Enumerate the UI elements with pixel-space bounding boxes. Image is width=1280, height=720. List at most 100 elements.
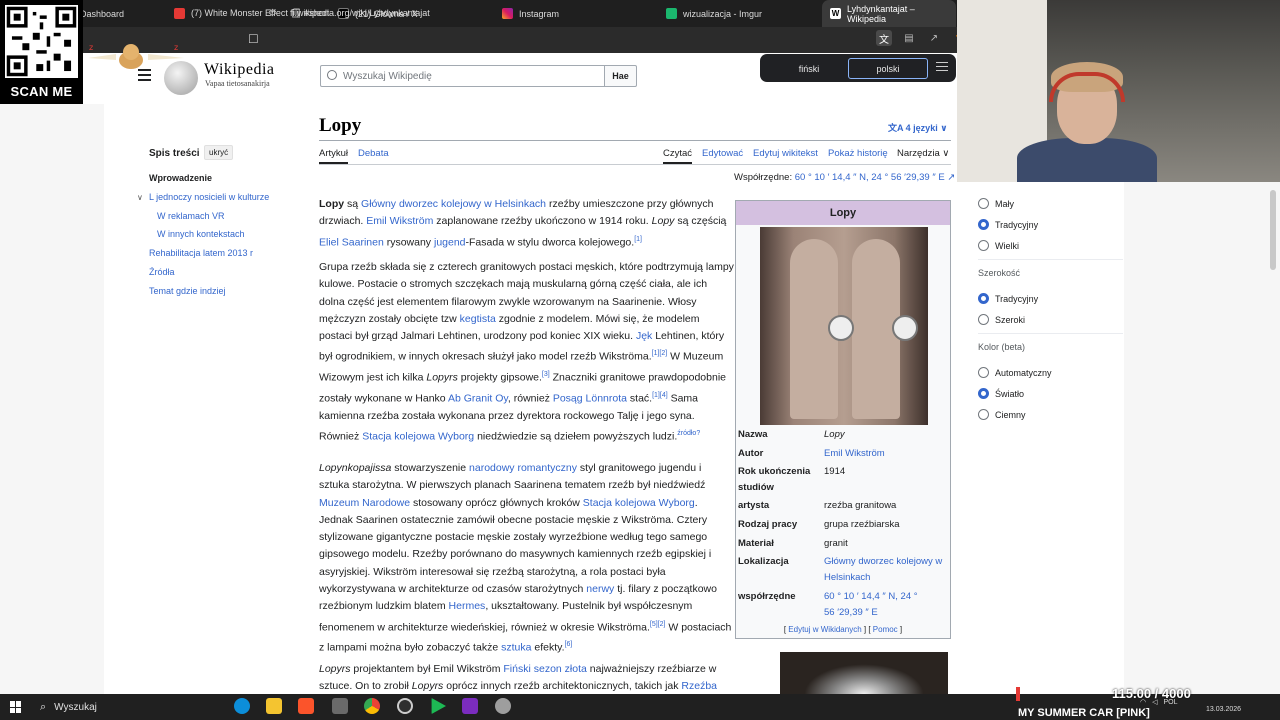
obs-icon[interactable]	[397, 698, 413, 714]
infobox: Lopy Nazwa Lopy Autor Emil Wikström Rok …	[735, 200, 951, 639]
citation[interactable]: [1][4]	[652, 392, 668, 399]
infobox-coords-link[interactable]: 60 ° 10 ′ 14,4 ″ N, 24 ° 56 ′29,39 ″ E	[824, 589, 924, 620]
share-icon[interactable]: ↗	[926, 30, 942, 46]
link[interactable]: nerwy	[586, 583, 614, 595]
size-small-option[interactable]: Mały	[978, 198, 1014, 209]
translate-icon: 文A	[888, 123, 906, 133]
volume-icon[interactable]: ◁	[1152, 698, 1157, 706]
paragraph-1: Lopy są Główny dworzec kolejowy w Helsin…	[319, 198, 727, 249]
citation-needed[interactable]: źródło?	[677, 430, 700, 437]
reader-icon[interactable]: ▤	[901, 30, 917, 46]
link[interactable]: Posąg Lönnrota	[553, 393, 627, 405]
file-explorer-icon[interactable]	[266, 698, 282, 714]
color-dark-option[interactable]: Ciemny	[978, 409, 1026, 420]
toc-item-rehab[interactable]: Rehabilitacja latem 2013 r	[149, 248, 253, 258]
link[interactable]: Jęk	[636, 330, 652, 342]
wikipedia-globe-logo[interactable]	[164, 61, 198, 95]
link[interactable]: Eliel Saarinen	[319, 236, 384, 248]
target-language-option[interactable]: polski	[848, 58, 928, 79]
infobox-location-link[interactable]: Główny dworzec kolejowy w Helsinkach	[824, 554, 950, 585]
link[interactable]: jugend	[434, 236, 466, 248]
qr-code	[5, 5, 78, 78]
translate-menu-icon[interactable]	[936, 62, 948, 74]
tab-dashboard[interactable]: Dashboard	[80, 0, 124, 27]
translate-popup: fiński polski	[760, 54, 956, 82]
chevron-down-icon: ∨	[939, 148, 950, 159]
translate-icon[interactable]: 文	[876, 30, 892, 46]
citation[interactable]: [5][2]	[650, 621, 666, 628]
color-light-option[interactable]: Światło	[978, 388, 1024, 399]
toc-item-other-contexts[interactable]: W innych kontekstach	[157, 229, 245, 239]
link[interactable]: narodowy romantyczny	[469, 462, 577, 474]
citation[interactable]: [1]	[634, 236, 642, 243]
size-standard-option[interactable]: Tradycyjny	[978, 219, 1038, 230]
link[interactable]: Hermes	[449, 600, 486, 612]
search-button[interactable]: Hae	[604, 65, 637, 87]
link[interactable]: Emil Wikström	[366, 215, 433, 227]
tab-read[interactable]: Czytać	[663, 148, 693, 164]
taskbar-search[interactable]: ⌕ Wyszukaj	[36, 697, 216, 717]
radio-selected-icon	[978, 388, 989, 399]
source-language-option[interactable]: fiński	[774, 60, 844, 77]
citation[interactable]: [6]	[565, 641, 573, 648]
wifi-icon[interactable]: ◠	[1140, 698, 1146, 706]
tab-article[interactable]: Artykuł	[319, 148, 349, 164]
title-divider	[319, 140, 951, 141]
width-wide-option[interactable]: Szeroki	[978, 314, 1025, 325]
language-button[interactable]: 文A 4 języki ∨	[888, 121, 948, 134]
toc-item-culture[interactable]: L jednoczy nosicieli w kulturze	[149, 192, 269, 202]
divider	[978, 333, 1123, 334]
edit-wikidata-link[interactable]: Edytuj w Wikidanych	[788, 625, 861, 634]
radio-icon	[978, 314, 989, 325]
search-icon: ⌕	[40, 700, 47, 713]
toc-item-elsewhere[interactable]: Temat gdzie indziej	[149, 286, 226, 296]
taskbar-date[interactable]: 13.03.2026	[1206, 706, 1241, 713]
site-info-icon[interactable]: ⚙	[268, 8, 282, 19]
link[interactable]: Muzeum Narodowe	[319, 497, 410, 509]
chrome-icon[interactable]	[364, 698, 380, 714]
discord-icon[interactable]	[462, 698, 478, 714]
system-tray[interactable]: ◠ ◁ POL	[1140, 698, 1178, 707]
color-auto-option[interactable]: Automatyczny	[978, 367, 1052, 378]
link[interactable]: Stacja kolejowa Wyborg	[583, 497, 695, 509]
windows-start-icon[interactable]	[10, 701, 22, 713]
width-standard-option[interactable]: Tradycyjny	[978, 293, 1038, 304]
brave-icon[interactable]	[298, 698, 314, 714]
tools-menu[interactable]: Narzędzia ∨	[897, 148, 949, 159]
coordinates-link[interactable]: 60 ° 10 ′ 14,4 ″ N, 24 ° 56 ′29,39 ″ E	[795, 172, 945, 183]
progress-marker	[1016, 687, 1020, 701]
tab-edit-source[interactable]: Edytuj wikitekst	[753, 148, 818, 159]
lamp-photo[interactable]	[780, 652, 948, 694]
statue-photo[interactable]	[760, 227, 928, 425]
toc-hide-button[interactable]: ukryć	[204, 145, 234, 160]
settings-icon[interactable]	[495, 698, 511, 714]
svg-text:z: z	[89, 43, 93, 52]
link[interactable]: Główny dworzec kolejowy w Helsinkach	[361, 198, 546, 210]
link[interactable]: Stacja kolejowa Wyborg	[362, 431, 474, 443]
webcam-overlay	[957, 0, 1280, 182]
app-icon[interactable]	[332, 698, 348, 714]
toc-item-sources[interactable]: Źródła	[149, 267, 175, 277]
edge-icon[interactable]	[234, 698, 250, 714]
help-link[interactable]: Pomoc	[873, 625, 898, 634]
tab-edit[interactable]: Edytować	[702, 148, 743, 159]
link[interactable]: kegtista	[460, 313, 496, 325]
toc-item-vr[interactable]: W reklamach VR	[157, 211, 225, 221]
bookmark-icon[interactable]: ☐	[248, 32, 259, 46]
tab-history[interactable]: Pokaż historię	[828, 148, 888, 159]
citation[interactable]: [1][2]	[652, 350, 668, 357]
size-large-option[interactable]: Wielki	[978, 240, 1019, 251]
citation[interactable]: [3]	[542, 371, 550, 378]
search-input[interactable]: Wyszukaj Wikipedię	[320, 65, 605, 87]
toc-item-intro[interactable]: Wprowadzenie	[149, 173, 212, 183]
wikipedia-wordmark[interactable]: Wikipedia	[204, 61, 275, 79]
url-field[interactable]: ⚙ fi.wikipedia.org/wiki/Lyhdynkantajat	[268, 3, 958, 23]
chevron-down-icon[interactable]: ∨	[137, 193, 143, 202]
link[interactable]: Fiński sezon złota	[503, 663, 586, 675]
page-scrollbar[interactable]	[1270, 190, 1276, 270]
infobox-author-link[interactable]: Emil Wikström	[824, 446, 950, 462]
main-menu-icon[interactable]	[138, 69, 151, 84]
link[interactable]: Ab Granit Oy	[448, 393, 508, 405]
tab-talk[interactable]: Debata	[358, 148, 389, 159]
link[interactable]: sztuka	[501, 642, 531, 654]
